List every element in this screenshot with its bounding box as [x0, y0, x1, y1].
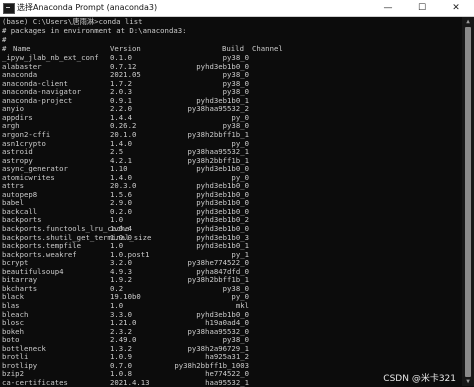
- window-title: 选择Anaconda Prompt (anaconda3): [17, 3, 158, 12]
- minimize-button[interactable]: —: [371, 0, 405, 16]
- vertical-scrollbar[interactable]: ▲ ▼: [462, 17, 474, 386]
- header-hash: #: [2, 44, 7, 53]
- scrollbar-thumb[interactable]: [465, 27, 471, 377]
- terminal-icon: [3, 3, 15, 14]
- column-header: # Name Version Build Channel: [2, 44, 460, 53]
- header-name: Name: [13, 44, 31, 53]
- scroll-down-arrow-icon[interactable]: ▼: [464, 379, 472, 385]
- scroll-up-arrow-icon[interactable]: ▲: [464, 19, 472, 25]
- title-bar[interactable]: 选择Anaconda Prompt (anaconda3) — ☐ ✕: [0, 0, 474, 17]
- header-channel: Channel: [252, 44, 283, 53]
- command-line: (base) C:\Users\唐雨淋>conda list: [2, 17, 143, 26]
- header-build: Build: [222, 44, 244, 53]
- close-button[interactable]: ✕: [439, 0, 473, 16]
- comment-line: #: [2, 35, 7, 44]
- watermark: CSDN @米卡321: [383, 374, 456, 384]
- environment-line: # packages in environment at D:\anaconda…: [2, 26, 187, 35]
- maximize-button[interactable]: ☐: [405, 0, 439, 16]
- header-version: Version: [110, 44, 141, 53]
- console-output[interactable]: (base) C:\Users\唐雨淋>conda list # package…: [0, 17, 462, 387]
